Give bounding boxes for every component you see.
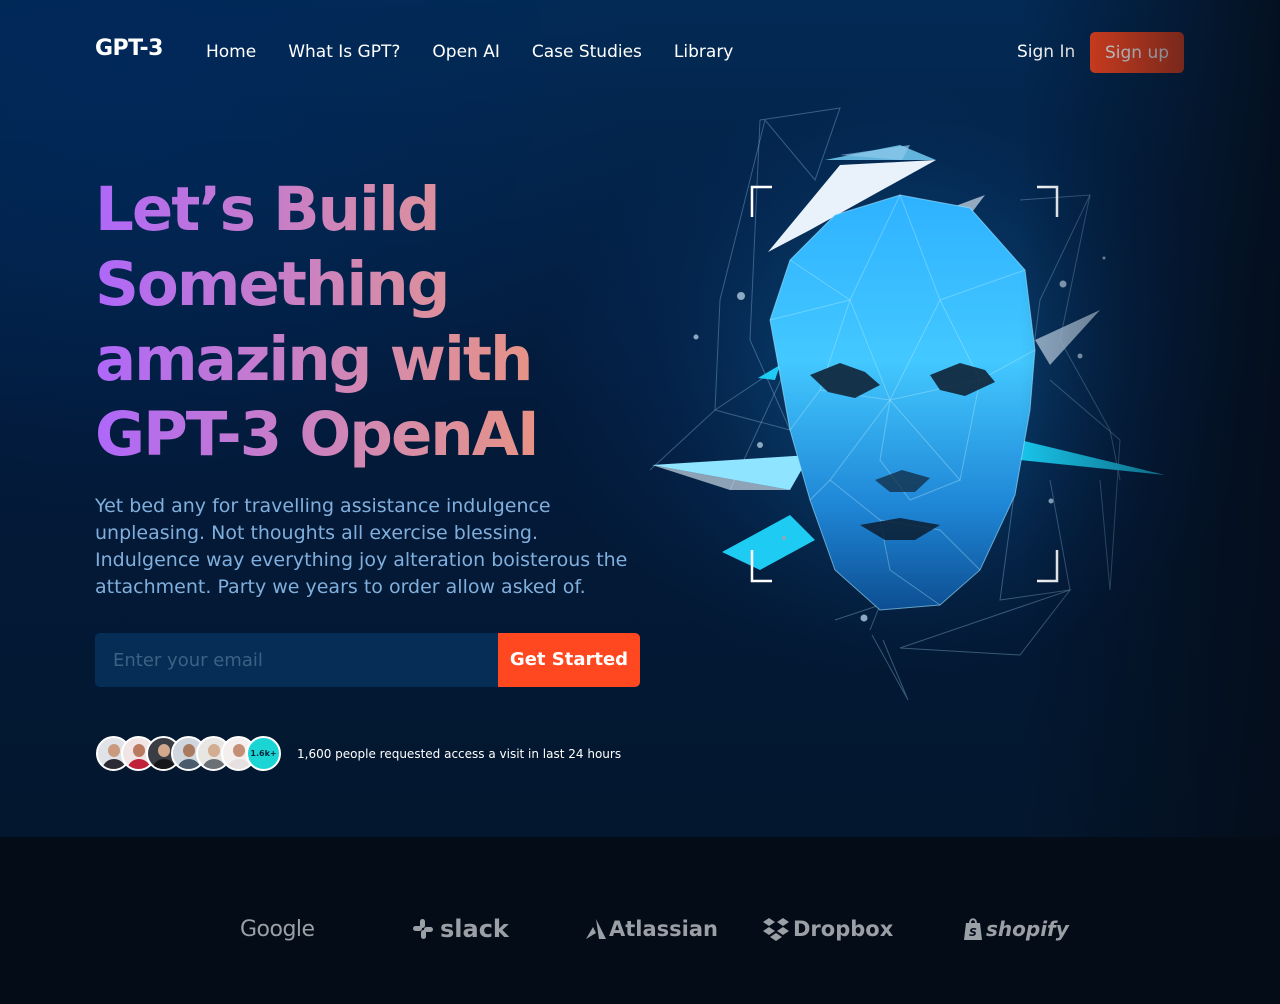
hero-headline: Let’s Build Something amazing with GPT-3… xyxy=(95,172,655,472)
brand-slack-label: slack xyxy=(440,915,509,943)
people-request-text: 1,600 people requested access a visit in… xyxy=(297,746,622,761)
brand-logos-bar: Google slack Atlassian Dropbox S shopify xyxy=(0,837,1280,1004)
email-signup-form: Get Started xyxy=(95,633,640,687)
shopify-bag-icon: S xyxy=(964,918,982,940)
nav-link-open-ai[interactable]: Open AI xyxy=(432,40,499,64)
brand-atlassian: Atlassian xyxy=(584,913,718,945)
nav-link-what-is-gpt[interactable]: What Is GPT? xyxy=(288,40,400,64)
logo[interactable]: GPT-3 xyxy=(95,36,163,61)
main-nav: Home What Is GPT? Open AI Case Studies L… xyxy=(206,40,765,64)
brand-google-label: Google xyxy=(240,916,315,942)
nav-link-library[interactable]: Library xyxy=(674,40,733,64)
atlassian-icon xyxy=(586,919,606,939)
sign-up-button[interactable]: Sign up xyxy=(1090,32,1184,73)
brand-dropbox-label: Dropbox xyxy=(793,917,894,941)
dropbox-icon xyxy=(763,918,789,941)
people-count-badge: 1.6k+ xyxy=(246,736,281,771)
brand-google: Google xyxy=(240,913,315,945)
brand-shopify: S shopify xyxy=(962,913,1069,945)
nav-link-case-studies[interactable]: Case Studies xyxy=(532,40,642,64)
brand-slack: slack xyxy=(410,913,509,945)
ai-face-illustration xyxy=(649,107,1170,701)
brand-shopify-label: shopify xyxy=(986,917,1069,941)
nav-link-home[interactable]: Home xyxy=(206,40,256,64)
email-input[interactable] xyxy=(95,633,498,687)
get-started-button[interactable]: Get Started xyxy=(498,633,640,687)
brand-dropbox: Dropbox xyxy=(762,913,893,945)
hero-description: Yet bed any for travelling assistance in… xyxy=(95,495,628,598)
svg-text:S: S xyxy=(969,926,977,939)
social-proof: 1.6k+ 1,600 people requested access a vi… xyxy=(96,736,621,771)
brand-atlassian-label: Atlassian xyxy=(609,917,718,941)
hero-section: GPT-3 Home What Is GPT? Open AI Case Stu… xyxy=(0,0,1280,837)
sign-in-link[interactable]: Sign In xyxy=(1017,40,1075,64)
slack-icon xyxy=(413,919,433,939)
